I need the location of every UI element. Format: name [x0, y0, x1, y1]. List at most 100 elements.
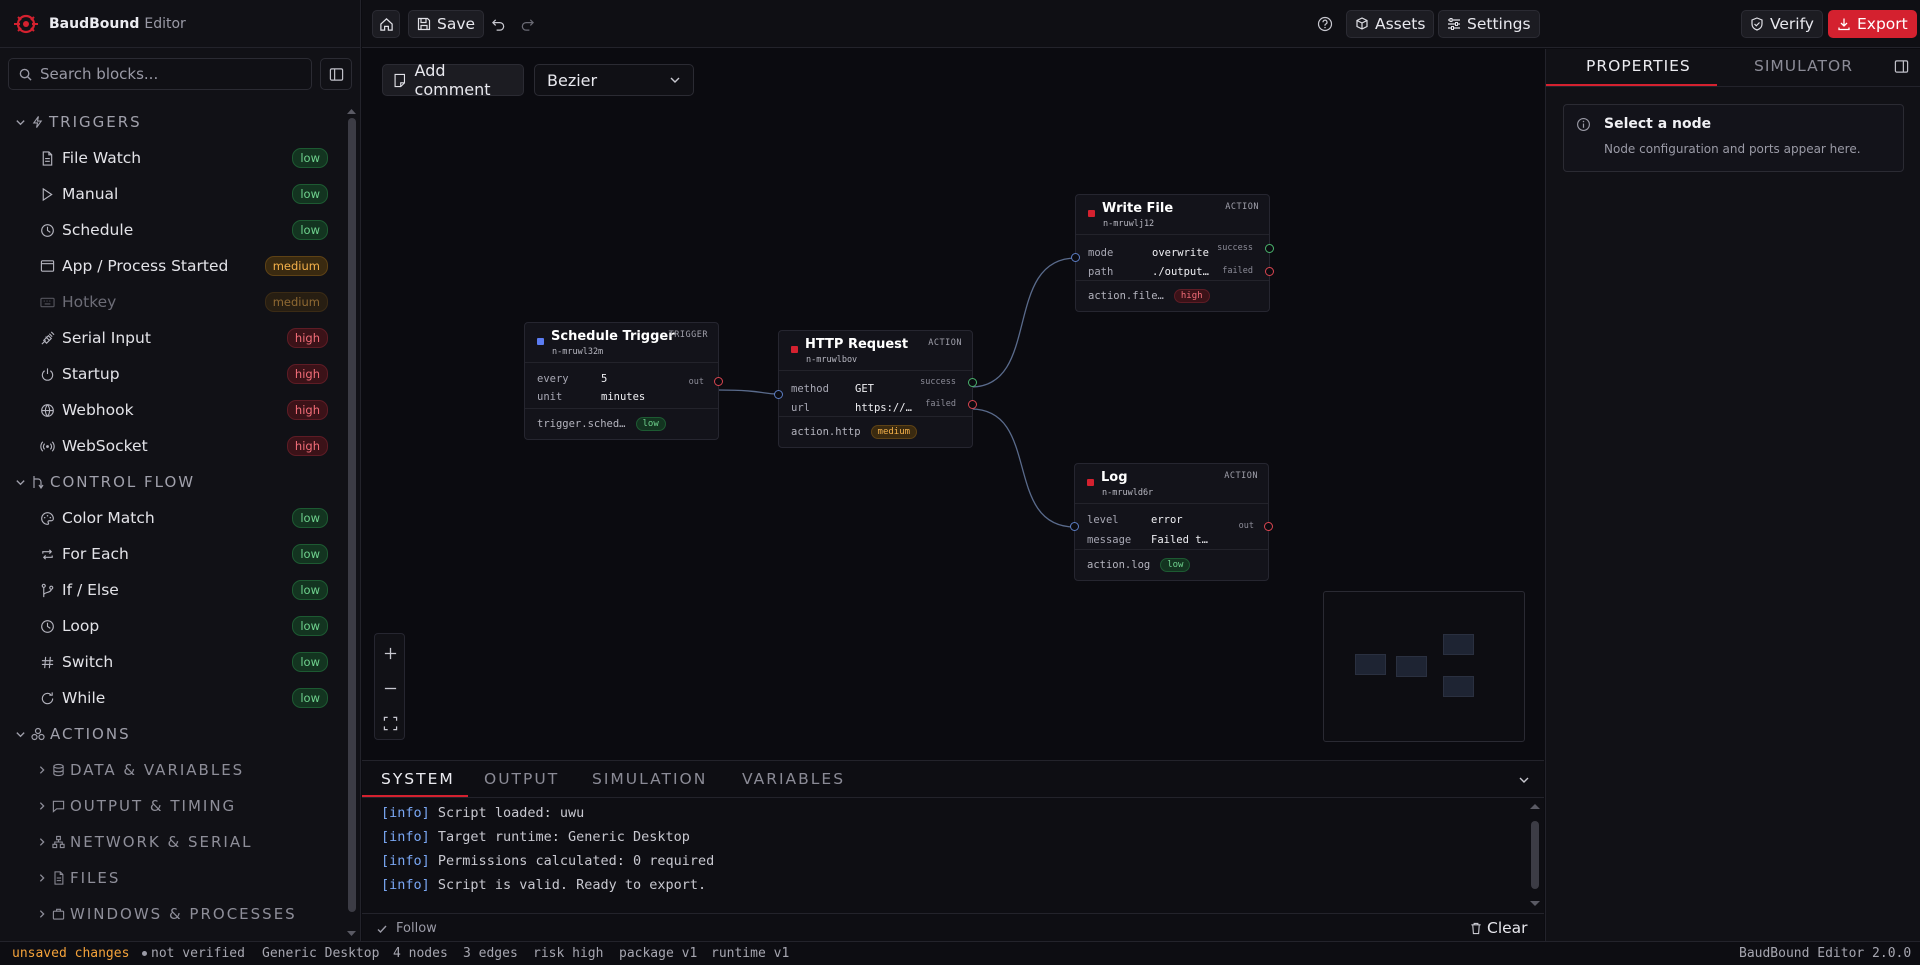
output-port-success[interactable]	[968, 378, 977, 387]
follow-toggle[interactable]: Follow	[376, 921, 437, 936]
palette-item-serial-input[interactable]: Serial Input high	[0, 320, 344, 356]
palette-item-startup[interactable]: Startup high	[0, 356, 344, 392]
node-schedule-trigger[interactable]: Schedule Trigger n-mruwl32m TRIGGER ever…	[524, 322, 723, 440]
risk-badge: low	[292, 652, 328, 672]
edge-http-success-to-write[interactable]	[970, 257, 1077, 388]
output-port-out[interactable]	[1264, 522, 1273, 531]
section-triggers[interactable]: TRIGGERS	[0, 104, 344, 140]
risk-badge: low	[292, 688, 328, 708]
palette-item-loop[interactable]: Loop low	[0, 608, 344, 644]
tab-output[interactable]: OUTPUT	[484, 770, 559, 788]
output-port-failed[interactable]	[968, 400, 977, 409]
port-label: out	[688, 377, 704, 387]
output-port-success[interactable]	[1265, 244, 1274, 253]
input-port[interactable]	[1070, 522, 1079, 531]
fit-view-button[interactable]	[375, 706, 405, 741]
node-http-request[interactable]: HTTP Request n-mruwlbov ACTION method GET…	[774, 330, 977, 448]
search-input[interactable]	[40, 65, 290, 83]
node-log[interactable]: Log n-mruwld6r ACTION level error message…	[1070, 463, 1273, 581]
group-windows-processes[interactable]: WINDOWS & PROCESSES	[0, 896, 344, 932]
output-port-failed[interactable]	[1265, 267, 1274, 276]
scrollbar-thumb[interactable]	[1531, 821, 1539, 889]
add-comment-label: Add comment	[414, 61, 491, 99]
minimap[interactable]	[1323, 591, 1525, 742]
save-icon	[417, 17, 431, 31]
palette-item-manual[interactable]: Manual low	[0, 176, 344, 212]
panel-toggle-icon[interactable]	[1894, 59, 1909, 74]
risk-badge: low	[292, 616, 328, 636]
redo-button[interactable]	[520, 10, 535, 38]
edge-http-failed-to-log[interactable]	[970, 408, 1076, 528]
log-scrollbar[interactable]	[1528, 799, 1542, 911]
edge-schedule-to-http[interactable]	[717, 389, 779, 395]
add-comment-button[interactable]: Add comment	[382, 61, 524, 99]
output-port-out[interactable]	[714, 377, 723, 386]
group-data-variables[interactable]: DATA & VARIABLES	[0, 752, 344, 788]
tab-variables[interactable]: VARIABLES	[742, 770, 845, 788]
status-dot	[142, 951, 147, 956]
brand-name: BaudBound	[49, 15, 140, 32]
palette-item-websocket[interactable]: WebSocket high	[0, 428, 344, 464]
plus-icon	[384, 647, 396, 660]
scrollbar-thumb[interactable]	[348, 118, 356, 912]
palette-item-hotkey[interactable]: Hotkey medium	[0, 284, 344, 320]
input-port[interactable]	[774, 390, 783, 399]
empty-selection-card: Select a node Node configuration and por…	[1563, 104, 1904, 172]
tab-simulator[interactable]: SIMULATOR	[1754, 57, 1853, 75]
help-button[interactable]	[1317, 10, 1333, 38]
verify-label: Verify	[1770, 15, 1814, 33]
clock-icon	[40, 618, 56, 634]
palette-item-label: App / Process Started	[62, 257, 229, 275]
palette-item-label: Serial Input	[62, 329, 151, 347]
palette-item-while[interactable]: While low	[0, 680, 344, 716]
log-text: Script loaded: uwu	[437, 805, 585, 821]
node-title: Write File	[1102, 201, 1174, 216]
section-actions[interactable]: ACTIONS	[0, 716, 344, 752]
minus-icon	[384, 687, 396, 690]
risk-badge: high	[286, 364, 328, 384]
save-button[interactable]: Save	[408, 10, 485, 38]
assets-button[interactable]: Assets	[1346, 10, 1435, 38]
flow-canvas[interactable]: Add comment Bezier Schedule Trigger n-mr…	[362, 49, 1544, 759]
group-label: NETWORK & SERIAL	[70, 833, 253, 851]
export-button[interactable]: Export	[1828, 10, 1917, 38]
check-icon	[377, 925, 387, 933]
home-button[interactable]	[372, 10, 400, 38]
node-write-file[interactable]: Write File n-mruwlj12 ACTION mode overwri…	[1071, 194, 1274, 312]
zoom-in-button[interactable]	[375, 636, 405, 671]
zoom-out-button[interactable]	[375, 671, 405, 706]
minimap-node	[1355, 654, 1386, 675]
palette-item-for-each[interactable]: For Each low	[0, 536, 344, 572]
verify-button[interactable]: Verify	[1741, 10, 1823, 38]
palette-scrollbar[interactable]	[345, 104, 358, 941]
input-port[interactable]	[1071, 253, 1080, 262]
palette-item-switch[interactable]: Switch low	[0, 644, 344, 680]
status-risk: risk high	[533, 946, 604, 961]
fit-view-icon	[383, 716, 397, 731]
group-network-serial[interactable]: NETWORK & SERIAL	[0, 824, 344, 860]
settings-button[interactable]: Settings	[1438, 10, 1540, 38]
group-files[interactable]: FILES	[0, 860, 344, 896]
chevron-down-icon[interactable]	[1518, 774, 1530, 786]
group-output-timing[interactable]: OUTPUT & TIMING	[0, 788, 344, 824]
tab-system[interactable]: SYSTEM	[381, 770, 455, 788]
chevron-right-icon	[39, 802, 45, 810]
collapse-sidebar-button[interactable]	[320, 58, 352, 90]
palette-item-color-match[interactable]: Color Match low	[0, 500, 344, 536]
edge-style-select[interactable]: Bezier	[534, 64, 694, 96]
node-type: ACTION	[1224, 471, 1258, 481]
section-control-flow[interactable]: CONTROL FLOW	[0, 464, 344, 500]
palette-item-webhook[interactable]: Webhook high	[0, 392, 344, 428]
palette-item-if-else[interactable]: If / Else low	[0, 572, 344, 608]
palette-item-app-process-started[interactable]: App / Process Started medium	[0, 248, 344, 284]
palette-item-schedule[interactable]: Schedule low	[0, 212, 344, 248]
sticky-note-icon	[394, 73, 406, 87]
undo-button[interactable]	[491, 10, 506, 38]
tab-simulation[interactable]: SIMULATION	[592, 770, 707, 788]
tab-properties[interactable]: PROPERTIES	[1586, 57, 1691, 75]
shield-check-icon	[1751, 17, 1763, 31]
chevron-right-icon	[39, 766, 45, 774]
palette-item-file-watch[interactable]: File Watch low	[0, 140, 344, 176]
status-verified-text: not verified	[151, 946, 245, 961]
clear-log-button[interactable]: Clear	[1470, 919, 1528, 937]
